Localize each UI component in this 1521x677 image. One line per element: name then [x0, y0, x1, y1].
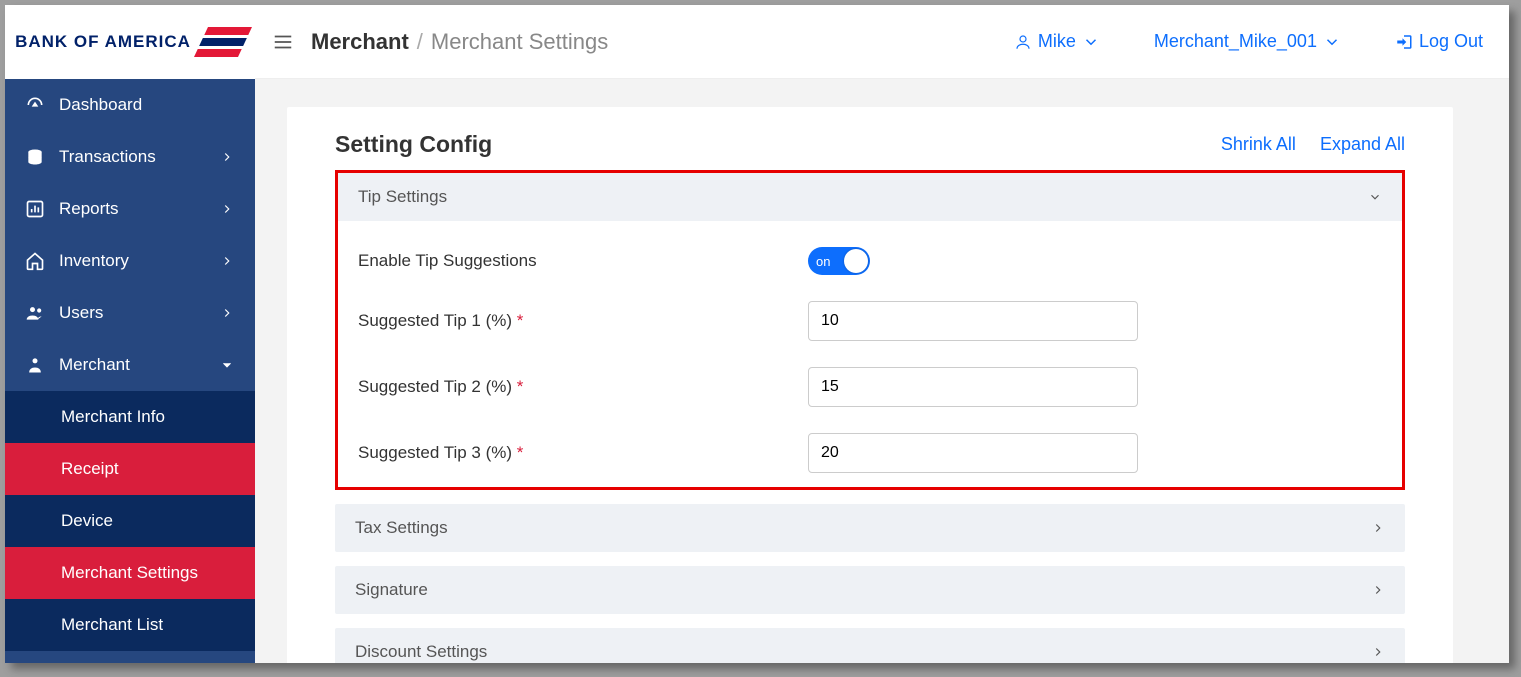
home-icon: [25, 251, 45, 271]
chevron-right-icon: [1371, 645, 1385, 659]
tip2-label: Suggested Tip 2 (%) *: [358, 377, 788, 397]
logout-label: Log Out: [1419, 31, 1483, 52]
enable-tip-row: Enable Tip Suggestions on: [338, 247, 1402, 275]
tax-settings-section: Tax Settings: [335, 504, 1405, 552]
user-name: Mike: [1038, 31, 1076, 52]
breadcrumb-current: Merchant Settings: [431, 29, 608, 55]
sidebar-item-reports[interactable]: Reports: [5, 183, 255, 235]
breadcrumb-sep: /: [417, 29, 423, 55]
panel-header: Setting Config Shrink All Expand All: [287, 131, 1453, 170]
user-menu[interactable]: Mike: [1014, 31, 1100, 52]
tip1-input[interactable]: [808, 301, 1138, 341]
hamburger-icon: [272, 31, 294, 53]
menu-toggle-button[interactable]: [269, 28, 297, 56]
discount-header[interactable]: Discount Settings: [335, 628, 1405, 663]
sidebar-sub-device[interactable]: Device: [5, 495, 255, 547]
toggle-knob: [844, 249, 868, 273]
sidebar-item-label: Users: [59, 303, 103, 323]
gauge-icon: [25, 95, 45, 115]
sidebar-sub-label: Device: [61, 511, 113, 531]
merchant-selector[interactable]: Merchant_Mike_001: [1154, 31, 1341, 52]
sidebar-sub-merchant-list[interactable]: Merchant List: [5, 599, 255, 651]
user-icon: [1014, 33, 1032, 51]
brand-text: BANK OF AMERICA: [15, 32, 191, 52]
sidebar-sub-label: Merchant Settings: [61, 563, 198, 583]
sidebar-item-transactions[interactable]: Transactions: [5, 131, 255, 183]
accordion-title: Tax Settings: [355, 518, 448, 538]
accordion-title: Signature: [355, 580, 428, 600]
chevron-right-icon: [217, 150, 237, 164]
sidebar-sub-receipt[interactable]: Receipt: [5, 443, 255, 495]
sidebar-item-label: Reports: [59, 199, 119, 219]
sidebar-item-label: Inventory: [59, 251, 129, 271]
tax-settings-header[interactable]: Tax Settings: [335, 504, 1405, 552]
enable-tip-label: Enable Tip Suggestions: [358, 251, 788, 271]
chevron-down-icon: [1368, 190, 1382, 204]
breadcrumb: Merchant / Merchant Settings: [311, 29, 608, 55]
brand-logo: BANK OF AMERICA: [5, 5, 255, 79]
tip3-input[interactable]: [808, 433, 1138, 473]
chevron-down-icon: [1082, 33, 1100, 51]
main-area: Merchant / Merchant Settings Mike Mercha…: [255, 5, 1509, 663]
merchant-icon: [25, 355, 45, 375]
sidebar: BANK OF AMERICA Dashboard Transactions R…: [5, 5, 255, 663]
tip1-label: Suggested Tip 1 (%) *: [358, 311, 788, 331]
accordion-title: Tip Settings: [358, 187, 447, 207]
sidebar-sub-label: Merchant Info: [61, 407, 165, 427]
topbar: Merchant / Merchant Settings Mike Mercha…: [255, 5, 1509, 79]
sidebar-sub-merchant-info[interactable]: Merchant Info: [5, 391, 255, 443]
sidebar-item-label: Transactions: [59, 147, 156, 167]
content: Setting Config Shrink All Expand All Tip…: [255, 79, 1509, 663]
chevron-right-icon: [1371, 583, 1385, 597]
chevron-down-icon: [217, 358, 237, 372]
chevron-right-icon: [217, 202, 237, 216]
shrink-all-link[interactable]: Shrink All: [1221, 134, 1296, 155]
tip3-label: Suggested Tip 3 (%) *: [358, 443, 788, 463]
sidebar-sub-merchant-settings[interactable]: Merchant Settings: [5, 547, 255, 599]
discount-section: Discount Settings: [335, 628, 1405, 663]
sidebar-item-dashboard[interactable]: Dashboard: [5, 79, 255, 131]
coins-icon: [25, 147, 45, 167]
chevron-down-icon: [1323, 33, 1341, 51]
panel-title: Setting Config: [335, 131, 492, 158]
tip2-input[interactable]: [808, 367, 1138, 407]
breadcrumb-root[interactable]: Merchant: [311, 29, 409, 55]
toggle-state-label: on: [816, 254, 830, 269]
sidebar-item-users[interactable]: Users: [5, 287, 255, 339]
settings-panel: Setting Config Shrink All Expand All Tip…: [287, 107, 1453, 663]
signature-section: Signature: [335, 566, 1405, 614]
merchant-id: Merchant_Mike_001: [1154, 31, 1317, 52]
logout-button[interactable]: Log Out: [1395, 31, 1483, 52]
enable-tip-toggle[interactable]: on: [808, 247, 870, 275]
chevron-right-icon: [1371, 521, 1385, 535]
tip1-row: Suggested Tip 1 (%) *: [338, 301, 1402, 341]
sidebar-sub-label: Receipt: [61, 459, 119, 479]
tip-settings-highlight: Tip Settings Enable Tip Suggestions on S…: [335, 170, 1405, 490]
users-icon: [25, 303, 45, 323]
tip3-row: Suggested Tip 3 (%) *: [338, 433, 1402, 473]
accordion-title: Discount Settings: [355, 642, 487, 662]
sidebar-item-merchant[interactable]: Merchant: [5, 339, 255, 391]
chart-icon: [25, 199, 45, 219]
expand-all-link[interactable]: Expand All: [1320, 134, 1405, 155]
sidebar-sub-label: Merchant List: [61, 615, 163, 635]
sidebar-item-label: Merchant: [59, 355, 130, 375]
chevron-right-icon: [217, 254, 237, 268]
brand-flag-icon: [194, 27, 252, 57]
signature-header[interactable]: Signature: [335, 566, 1405, 614]
app-window: BANK OF AMERICA Dashboard Transactions R…: [5, 5, 1509, 663]
sidebar-item-label: Dashboard: [59, 95, 142, 115]
chevron-right-icon: [217, 306, 237, 320]
sidebar-item-inventory[interactable]: Inventory: [5, 235, 255, 287]
tip2-row: Suggested Tip 2 (%) *: [338, 367, 1402, 407]
logout-icon: [1395, 33, 1413, 51]
tip-settings-header[interactable]: Tip Settings: [338, 173, 1402, 221]
